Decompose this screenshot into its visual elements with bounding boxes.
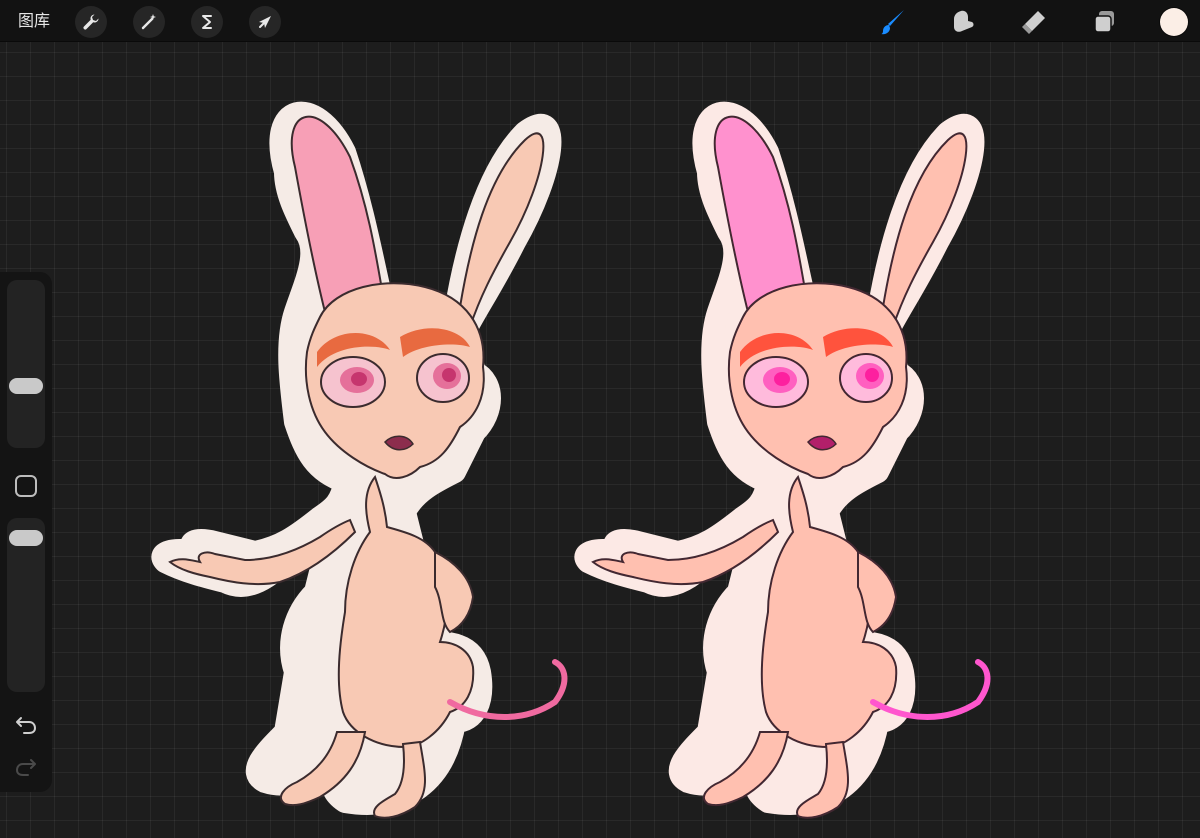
brush-size-thumb[interactable]	[9, 377, 43, 394]
eraser-icon	[1022, 11, 1045, 34]
magic-wand-icon	[141, 14, 156, 30]
modify-button[interactable]	[15, 475, 37, 497]
opacity-slider[interactable]	[7, 518, 45, 692]
brush-tool-button[interactable]	[876, 5, 910, 39]
redo-icon	[15, 759, 36, 776]
brush-icon	[881, 10, 904, 35]
redo-button[interactable]	[12, 754, 40, 780]
artwork-layer	[0, 42, 1200, 838]
color-picker-swatch[interactable]	[1160, 8, 1188, 36]
eraser-tool-button[interactable]	[1016, 5, 1050, 39]
orange-mouse-character	[585, 113, 987, 818]
arrow-cursor-icon	[259, 16, 271, 28]
opacity-thumb[interactable]	[9, 529, 43, 546]
layers-icon	[1094, 11, 1114, 33]
top-toolbar: 图库	[0, 0, 1200, 42]
transform-button[interactable]	[249, 6, 281, 38]
brush-size-slider[interactable]	[7, 280, 45, 448]
left-sidebar	[0, 272, 52, 792]
undo-icon	[16, 717, 37, 734]
selection-s-icon	[202, 15, 212, 29]
pink-mouse-character	[162, 113, 564, 818]
selection-button[interactable]	[191, 6, 223, 38]
smudge-tool-button[interactable]	[946, 5, 980, 39]
wrench-icon	[83, 14, 99, 30]
undo-button[interactable]	[12, 712, 40, 738]
gallery-button[interactable]: 图库	[18, 10, 50, 32]
adjustments-button[interactable]	[133, 6, 165, 38]
layers-button[interactable]	[1088, 5, 1122, 39]
drawing-canvas[interactable]	[0, 42, 1200, 838]
actions-button[interactable]	[75, 6, 107, 38]
smudge-icon	[954, 10, 974, 32]
